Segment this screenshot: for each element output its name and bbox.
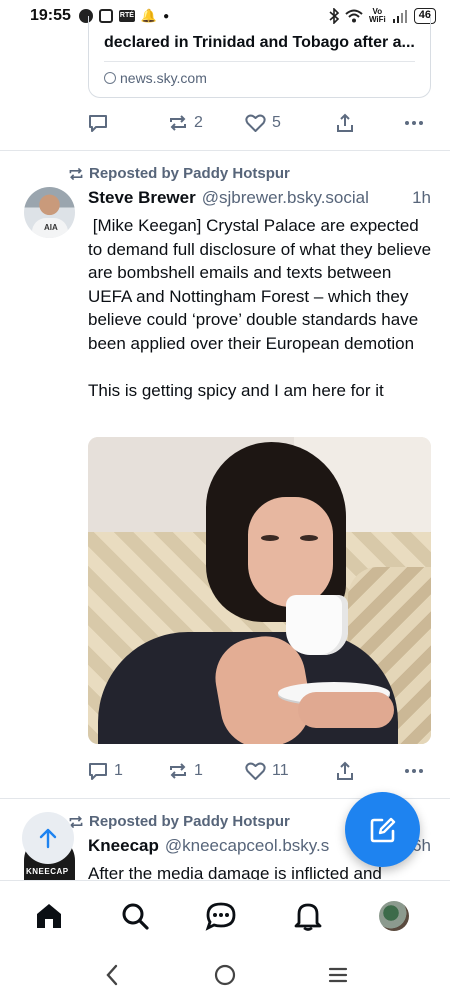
link-card-divider [104,61,415,62]
post-text: [Mike Keegan] Crystal Palace are expecte… [88,216,432,400]
share-icon [337,113,353,132]
reply-button[interactable] [88,113,108,133]
status-time: 19:55 [30,7,71,24]
profile-avatar [379,901,409,931]
author-handle[interactable]: @kneecapceol.bsky.s [165,836,329,856]
repost-label: Reposted by Paddy Hotspur [89,813,290,830]
bell-icon [294,903,322,931]
reply-count: 1 [114,762,123,779]
post-actions: 1 1 11 [88,758,438,784]
like-count: 5 [272,114,281,131]
link-card-domain: news.sky.com [104,70,207,86]
post-header: Kneecap @kneecapceol.bsky.s [88,836,329,856]
nav-messages[interactable] [204,899,238,933]
repost-icon [69,167,83,180]
search-icon [122,903,149,930]
bottom-nav [0,880,450,952]
like-button[interactable]: 5 [245,113,281,133]
globe-icon [104,72,116,84]
compose-icon [370,817,395,842]
compose-button[interactable] [345,792,420,867]
repost-count: 2 [194,114,203,131]
heart-icon [245,762,266,780]
reply-icon [89,115,107,132]
nav-search[interactable] [118,899,152,933]
repost-indicator[interactable]: Reposted by Paddy Hotspur [68,165,290,182]
author-name[interactable]: Kneecap [88,836,159,856]
avatar-logo-text: AIA [44,223,58,232]
scroll-to-top-button[interactable] [22,812,74,864]
link-card[interactable]: declared in Trinidad and Tobago after a.… [88,16,431,98]
image-eye [300,535,318,541]
arrow-up-icon [39,828,57,849]
home-icon [37,904,61,928]
repost-icon [170,763,186,779]
image-teacup [286,595,348,655]
author-name[interactable]: Steve Brewer [88,188,196,208]
heart-icon [245,114,266,132]
avatar-text: KNEECAP [26,867,69,876]
nav-profile[interactable] [377,899,411,933]
like-count: 11 [272,762,289,779]
link-card-title: declared in Trinidad and Tobago after a.… [104,34,415,51]
repost-button[interactable]: 2 [168,113,203,133]
chat-icon [205,902,236,931]
prev-post-actions: 2 5 [88,110,438,136]
system-back-button[interactable] [97,960,127,990]
avatar[interactable]: AIA [24,187,75,238]
reply-icon [89,763,107,780]
post-divider [0,150,450,151]
post-time[interactable]: 1h [412,188,431,208]
author-handle[interactable]: @sjbrewer.bsky.social [202,188,369,208]
system-home-button[interactable] [210,960,240,990]
more-icon [405,121,423,125]
link-domain-text: news.sky.com [120,70,207,86]
system-navigation-bar [0,952,450,1000]
post-image[interactable] [88,437,431,744]
repost-button[interactable]: 1 [168,761,203,781]
nav-notifications[interactable] [291,899,325,933]
like-button[interactable]: 11 [245,761,289,781]
nav-home[interactable] [32,899,66,933]
more-icon [405,769,423,773]
system-recents-button[interactable] [323,960,353,990]
post-header: Steve Brewer @sjbrewer.bsky.social [88,188,369,208]
share-button[interactable] [335,761,355,781]
share-icon [337,761,353,780]
repost-label: Reposted by Paddy Hotspur [89,165,290,182]
recents-icon [328,967,348,983]
image-hand [298,692,394,728]
reply-button[interactable]: 1 [88,761,123,781]
repost-count: 1 [194,762,203,779]
back-chevron-icon [106,964,118,986]
more-options-button[interactable] [404,768,424,774]
repost-indicator[interactable]: Reposted by Paddy Hotspur [68,813,290,830]
home-circle-icon [214,964,236,986]
share-button[interactable] [335,113,355,133]
image-face [248,497,333,607]
repost-icon [170,115,186,131]
more-options-button[interactable] [404,120,424,126]
image-eye [261,535,279,541]
